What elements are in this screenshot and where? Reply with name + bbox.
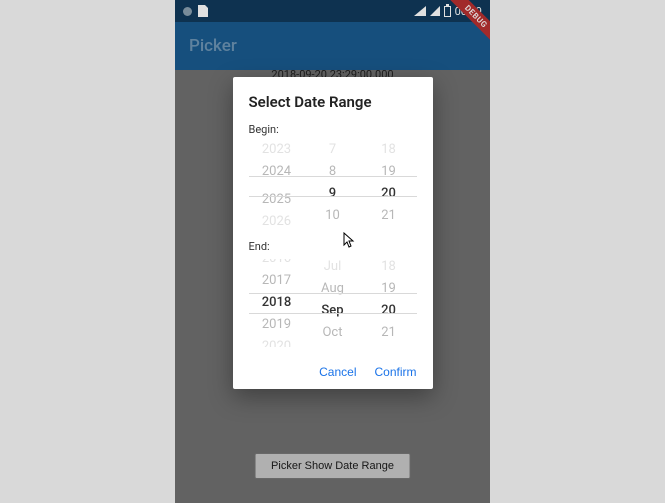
wheel-item: 2026	[262, 214, 291, 230]
wheel-item-selected: 2018	[262, 295, 292, 311]
wheel-divider	[249, 176, 417, 177]
begin-year-column[interactable]: 2023 2024 2025 2026	[249, 142, 305, 230]
wheel-item: 21	[381, 325, 396, 341]
begin-wheel[interactable]: 2023 2024 2025 2026 7 8 9 10 18	[249, 142, 417, 230]
wheel-item: Aug	[321, 281, 344, 297]
end-day-column[interactable]: 18 19 20 21	[361, 259, 417, 347]
wheel-item: 2016	[262, 259, 291, 267]
wheel-item: Jul	[324, 259, 342, 275]
end-year-column[interactable]: 2016 2017 2018 2019 2020	[249, 259, 305, 347]
wheel-divider	[249, 196, 417, 197]
wheel-item: 19	[381, 164, 396, 180]
wheel-item-selected: 20	[381, 303, 396, 319]
begin-month-column[interactable]: 7 8 9 10	[305, 142, 361, 230]
stage: 00:29 DEBUG Picker 2018-09-20 23:29:00.0…	[0, 0, 665, 503]
confirm-button[interactable]: Confirm	[374, 365, 416, 379]
phone-frame: 00:29 DEBUG Picker 2018-09-20 23:29:00.0…	[175, 0, 490, 503]
begin-label: Begin:	[249, 123, 417, 136]
wheel-item: 8	[329, 164, 336, 180]
wheel-item-selected: Sep	[321, 303, 343, 319]
begin-day-column[interactable]: 18 19 20 21	[361, 142, 417, 230]
end-wheel[interactable]: 2016 2017 2018 2019 2020 Jul Aug Sep Oct	[249, 259, 417, 347]
dialog-actions: Cancel Confirm	[249, 365, 417, 379]
wheel-item: 19	[381, 281, 396, 297]
wheel-item: 2025	[262, 192, 291, 208]
dialog-title: Select Date Range	[249, 93, 417, 111]
end-label: End:	[249, 240, 417, 253]
wheel-item: 18	[381, 142, 396, 158]
wheel-divider	[249, 293, 417, 294]
wheel-item: 18	[381, 259, 396, 275]
end-month-column[interactable]: Jul Aug Sep Oct	[305, 259, 361, 347]
wheel-item: 21	[381, 208, 396, 224]
wheel-item: 2019	[262, 317, 291, 333]
wheel-item-selected: 20	[381, 186, 396, 202]
wheel-item-selected: 9	[329, 186, 336, 202]
wheel-item: 2024	[262, 164, 291, 180]
cancel-button[interactable]: Cancel	[319, 365, 356, 379]
date-range-dialog: Select Date Range Begin: 2023 2024 2025 …	[233, 77, 433, 389]
wheel-item: 7	[329, 142, 336, 158]
wheel-item: 2020	[262, 339, 291, 347]
wheel-item: Oct	[322, 325, 342, 341]
wheel-divider	[249, 313, 417, 314]
wheel-item: 2017	[262, 273, 291, 289]
wheel-item: 2023	[262, 142, 291, 158]
wheel-item: 10	[325, 208, 340, 224]
